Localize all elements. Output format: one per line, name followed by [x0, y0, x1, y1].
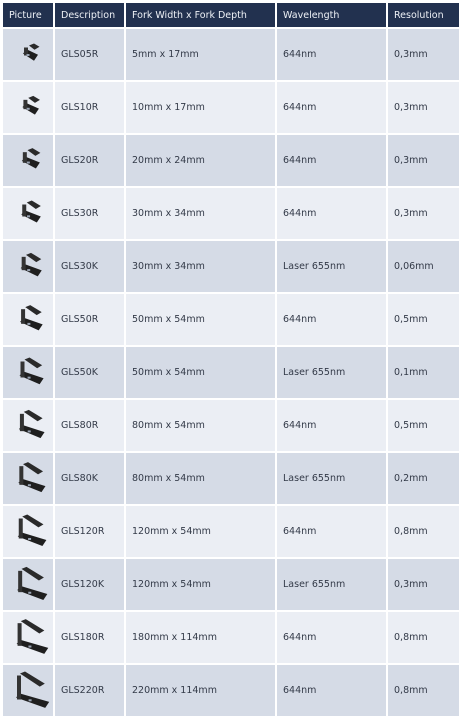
- description-cell: GLS180R: [55, 612, 124, 663]
- description-cell: GLS80K: [55, 453, 124, 504]
- picture-cell: [3, 506, 53, 557]
- wavelength-cell: 644nm: [277, 29, 386, 80]
- fork-sensor-icon: [5, 137, 51, 184]
- resolution-cell: 0,3mm: [388, 29, 459, 80]
- description-cell: GLS50R: [55, 294, 124, 345]
- fork-sensor-icon: [5, 190, 51, 237]
- resolution-cell: 0,8mm: [388, 665, 459, 716]
- resolution-cell: 0,8mm: [388, 506, 459, 557]
- picture-cell: [3, 188, 53, 239]
- fork-size-cell: 30mm x 34mm: [126, 188, 275, 239]
- resolution-cell: 0,5mm: [388, 294, 459, 345]
- wavelength-cell: Laser 655nm: [277, 559, 386, 610]
- resolution-cell: 0,2mm: [388, 453, 459, 504]
- fork-size-cell: 10mm x 17mm: [126, 82, 275, 133]
- fork-size-cell: 20mm x 24mm: [126, 135, 275, 186]
- description-cell: GLS30K: [55, 241, 124, 292]
- header-description: Description: [55, 3, 124, 27]
- wavelength-cell: 644nm: [277, 135, 386, 186]
- resolution-cell: 0,1mm: [388, 347, 459, 398]
- description-cell: GLS50K: [55, 347, 124, 398]
- fork-sensor-icon: [5, 508, 51, 555]
- description-cell: GLS20R: [55, 135, 124, 186]
- description-cell: GLS120K: [55, 559, 124, 610]
- fork-sensor-icon: [5, 455, 51, 502]
- fork-sensor-icon: [5, 561, 51, 608]
- resolution-cell: 0,3mm: [388, 82, 459, 133]
- picture-cell: [3, 453, 53, 504]
- picture-cell: [3, 29, 53, 80]
- picture-cell: [3, 294, 53, 345]
- resolution-cell: 0,3mm: [388, 135, 459, 186]
- wavelength-cell: 644nm: [277, 400, 386, 451]
- fork-size-cell: 30mm x 34mm: [126, 241, 275, 292]
- wavelength-cell: 644nm: [277, 506, 386, 557]
- picture-cell: [3, 400, 53, 451]
- header-wavelength: Wavelength: [277, 3, 386, 27]
- picture-cell: [3, 559, 53, 610]
- fork-sensor-icon: [5, 614, 51, 661]
- fork-size-cell: 50mm x 54mm: [126, 294, 275, 345]
- fork-size-cell: 120mm x 54mm: [126, 559, 275, 610]
- resolution-cell: 0,8mm: [388, 612, 459, 663]
- fork-size-cell: 180mm x 114mm: [126, 612, 275, 663]
- wavelength-cell: 644nm: [277, 665, 386, 716]
- resolution-cell: 0,5mm: [388, 400, 459, 451]
- fork-sensor-icon: [5, 31, 51, 78]
- description-cell: GLS05R: [55, 29, 124, 80]
- picture-cell: [3, 612, 53, 663]
- wavelength-cell: 644nm: [277, 188, 386, 239]
- wavelength-cell: Laser 655nm: [277, 347, 386, 398]
- fork-size-cell: 120mm x 54mm: [126, 506, 275, 557]
- fork-sensor-icon: [5, 667, 51, 714]
- fork-size-cell: 80mm x 54mm: [126, 400, 275, 451]
- product-table: Picture Description Fork Width x Fork Dept…: [0, 0, 463, 719]
- wavelength-cell: Laser 655nm: [277, 453, 386, 504]
- picture-cell: [3, 347, 53, 398]
- resolution-cell: 0,06mm: [388, 241, 459, 292]
- description-cell: GLS10R: [55, 82, 124, 133]
- fork-sensor-icon: [5, 349, 51, 396]
- resolution-cell: 0,3mm: [388, 188, 459, 239]
- description-cell: GLS120R: [55, 506, 124, 557]
- fork-size-cell: 220mm x 114mm: [126, 665, 275, 716]
- resolution-cell: 0,3mm: [388, 559, 459, 610]
- header-picture: Picture: [3, 3, 53, 27]
- wavelength-cell: 644nm: [277, 82, 386, 133]
- description-cell: GLS30R: [55, 188, 124, 239]
- wavelength-cell: 644nm: [277, 612, 386, 663]
- fork-size-cell: 5mm x 17mm: [126, 29, 275, 80]
- header-fork-size: Fork Width x Fork Depth: [126, 3, 275, 27]
- fork-sensor-icon: [5, 84, 51, 131]
- fork-sensor-icon: [5, 402, 51, 449]
- fork-sensor-icon: [5, 296, 51, 343]
- picture-cell: [3, 82, 53, 133]
- fork-sensor-icon: [5, 243, 51, 290]
- picture-cell: [3, 135, 53, 186]
- picture-cell: [3, 241, 53, 292]
- picture-cell: [3, 665, 53, 716]
- fork-size-cell: 50mm x 54mm: [126, 347, 275, 398]
- fork-size-cell: 80mm x 54mm: [126, 453, 275, 504]
- description-cell: GLS80R: [55, 400, 124, 451]
- wavelength-cell: Laser 655nm: [277, 241, 386, 292]
- wavelength-cell: 644nm: [277, 294, 386, 345]
- header-resolution: Resolution: [388, 3, 459, 27]
- description-cell: GLS220R: [55, 665, 124, 716]
